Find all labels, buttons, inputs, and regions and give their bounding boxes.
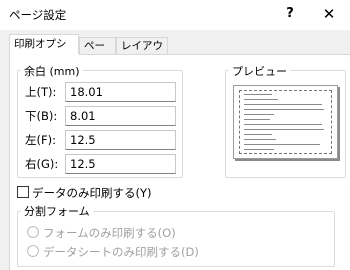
preview-margin-guide bbox=[239, 90, 332, 154]
tab-layout[interactable]: レイアウト bbox=[116, 37, 168, 68]
margins-group-title: 余白 (mm) bbox=[21, 63, 83, 79]
right-margin-label: 右(G): bbox=[25, 157, 59, 171]
window-title: ページ設定 bbox=[9, 8, 67, 22]
preview-page bbox=[233, 85, 338, 159]
tab-page[interactable]: ページ bbox=[79, 37, 116, 68]
form-only-radio[interactable] bbox=[27, 226, 39, 238]
datasheet-only-label[interactable]: データシートのみ印刷する(D) bbox=[43, 244, 199, 260]
preview-group-title: プレビュー bbox=[229, 63, 290, 79]
bottom-margin-label: 下(B): bbox=[25, 109, 58, 123]
tab-divider bbox=[79, 54, 350, 55]
title-bar: ページ設定 ? ✕ bbox=[0, 0, 350, 30]
split-form-group-title: 分割フォーム bbox=[21, 203, 93, 219]
left-margin-label: 左(F): bbox=[25, 133, 56, 147]
datasheet-only-radio[interactable] bbox=[27, 245, 39, 257]
tab-print-options[interactable]: 印刷オプション bbox=[9, 34, 79, 69]
top-margin-input[interactable]: 18.01 bbox=[65, 82, 176, 102]
print-data-only-checkbox[interactable] bbox=[17, 186, 29, 198]
close-button[interactable]: ✕ bbox=[314, 2, 344, 26]
bottom-margin-input[interactable]: 8.01 bbox=[65, 106, 176, 126]
top-margin-label: 上(T): bbox=[25, 85, 57, 99]
left-margin-input[interactable]: 12.5 bbox=[65, 130, 176, 150]
form-only-label[interactable]: フォームのみ印刷する(O) bbox=[43, 225, 176, 241]
help-button[interactable]: ? bbox=[276, 2, 304, 26]
print-data-only-label[interactable]: データのみ印刷する(Y) bbox=[32, 185, 152, 201]
right-margin-input[interactable]: 12.5 bbox=[65, 154, 176, 174]
